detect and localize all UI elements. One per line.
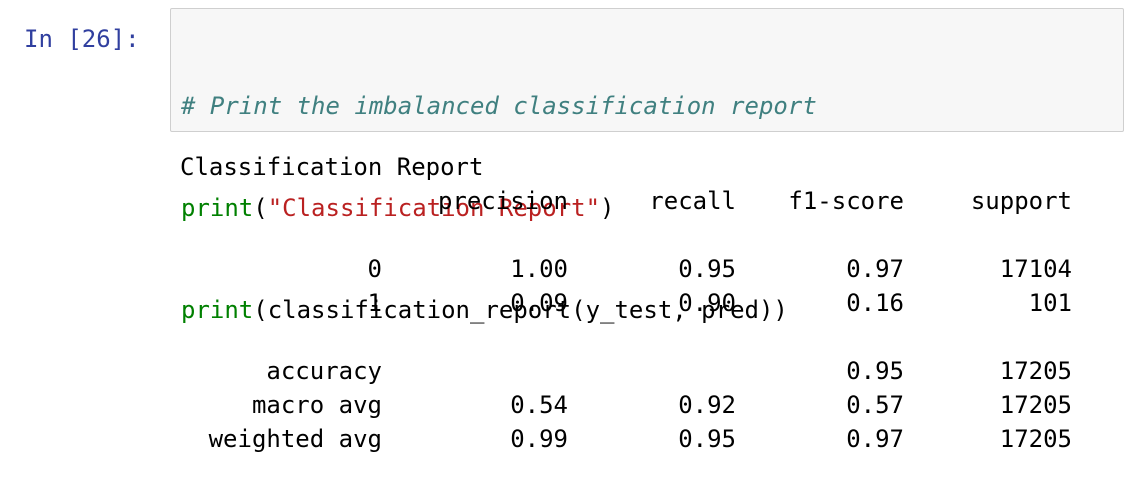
code-cell-input[interactable]: # Print the imbalanced classification re… [170, 8, 1124, 324]
row-precision [382, 354, 568, 388]
row-recall: 0.90 [678, 289, 736, 317]
row-precision: 1.00 [510, 255, 568, 283]
row-label: 1 [367, 289, 382, 317]
row-support: 101 [1028, 289, 1072, 317]
row-recall: 0.92 [678, 391, 736, 419]
summary-row-accuracy: accuracy 0.95 17205 [180, 354, 1072, 388]
row-label: accuracy [266, 357, 382, 385]
row-f1: 0.95 [846, 357, 904, 385]
row-f1: 0.97 [846, 255, 904, 283]
row-recall [568, 354, 736, 388]
cell-output: Classification Report precision recall f… [180, 150, 1072, 456]
row-support: 17205 [999, 357, 1072, 385]
table-row: 0 1.00 0.95 0.97 17104 [180, 252, 1072, 286]
row-precision: 0.99 [510, 425, 568, 453]
row-f1: 0.97 [846, 425, 904, 453]
row-f1: 0.57 [846, 391, 904, 419]
row-recall: 0.95 [678, 425, 736, 453]
row-recall: 0.95 [678, 255, 736, 283]
header-f1-score: f1-score [788, 187, 904, 215]
header-support: support [970, 187, 1072, 215]
output-title: Classification Report [180, 153, 484, 181]
table-header-row: precision recall f1-score support [180, 184, 1072, 218]
header-precision: precision [437, 187, 568, 215]
row-support: 17205 [999, 391, 1072, 419]
row-support: 17104 [999, 255, 1072, 283]
classification-report-table: precision recall f1-score support 0 1.00… [180, 184, 1072, 456]
input-prompt: In [26]: [24, 25, 140, 53]
code-comment: # Print the imbalanced classification re… [181, 92, 817, 120]
row-precision: 0.54 [510, 391, 568, 419]
header-label-cell [180, 184, 382, 218]
table-row: 1 0.09 0.90 0.16 101 [180, 286, 1072, 320]
row-label: macro avg [251, 391, 382, 419]
row-precision: 0.09 [510, 289, 568, 317]
summary-row-macro-avg: macro avg 0.54 0.92 0.57 17205 [180, 388, 1072, 422]
code-line-1: # Print the imbalanced classification re… [181, 89, 817, 123]
row-support: 17205 [999, 425, 1072, 453]
row-label: weighted avg [208, 425, 382, 453]
row-f1: 0.16 [846, 289, 904, 317]
blank-row [180, 218, 1072, 252]
row-label: 0 [367, 255, 382, 283]
summary-row-weighted-avg: weighted avg 0.99 0.95 0.97 17205 [180, 422, 1072, 456]
header-recall: recall [649, 187, 736, 215]
blank-row [180, 320, 1072, 354]
